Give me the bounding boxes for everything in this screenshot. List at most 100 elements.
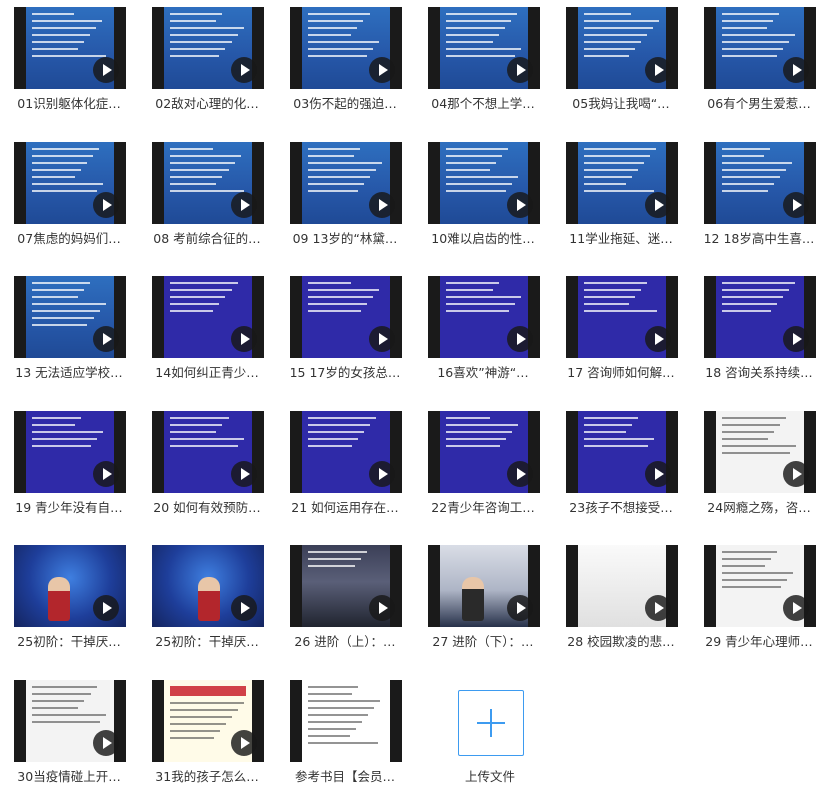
file-thumbnail[interactable] — [704, 7, 816, 89]
file-item[interactable]: 06有个男生爱惹… — [690, 0, 828, 124]
file-name[interactable]: 29 青少年心理师… — [690, 631, 828, 650]
file-thumbnail[interactable] — [152, 7, 264, 89]
play-icon[interactable] — [231, 326, 257, 352]
file-item[interactable]: 17 咨询师如何解… — [552, 269, 690, 393]
file-item[interactable]: 15 17岁的女孩总… — [276, 269, 414, 393]
play-icon[interactable] — [507, 595, 533, 621]
file-name[interactable]: 30当疫情碰上开… — [0, 766, 138, 785]
play-icon[interactable] — [231, 57, 257, 83]
file-item[interactable]: 30当疫情碰上开… — [0, 673, 138, 797]
play-icon[interactable] — [369, 326, 395, 352]
file-name[interactable]: 14如何纠正青少… — [138, 362, 276, 381]
play-icon[interactable] — [645, 460, 671, 487]
file-item[interactable]: 21 如何运用存在… — [276, 404, 414, 528]
file-item[interactable]: 16喜欢”神游“… — [414, 269, 552, 393]
play-icon[interactable] — [645, 595, 671, 621]
file-item[interactable]: 27 进阶（下）：… — [414, 538, 552, 662]
file-item[interactable]: 25初阶：干掉厌… — [138, 538, 276, 662]
play-icon[interactable] — [507, 57, 533, 83]
file-thumbnail[interactable] — [428, 7, 540, 89]
file-item[interactable]: 07焦虑的妈妈们… — [0, 135, 138, 259]
file-thumbnail[interactable] — [152, 276, 264, 358]
file-thumbnail[interactable] — [566, 545, 678, 627]
file-thumbnail[interactable] — [290, 7, 402, 89]
file-item[interactable]: 18 咨询关系持续… — [690, 269, 828, 393]
play-icon[interactable] — [507, 460, 533, 487]
file-item[interactable]: 05我妈让我喝“… — [552, 0, 690, 124]
play-icon[interactable] — [783, 326, 809, 352]
file-name[interactable]: 26 进阶（上）：… — [276, 631, 414, 650]
file-thumbnail[interactable] — [290, 141, 402, 224]
file-thumbnail[interactable] — [14, 276, 126, 358]
file-name[interactable]: 28 校园欺凌的悲… — [552, 631, 690, 650]
upload-button[interactable] — [458, 689, 524, 756]
file-name[interactable]: 12 18岁高中生喜… — [690, 228, 828, 247]
play-icon[interactable] — [369, 191, 395, 218]
file-name[interactable]: 19 青少年没有自… — [0, 497, 138, 516]
file-item[interactable]: 19 青少年没有自… — [0, 404, 138, 528]
file-item[interactable]: 参考书目【会员… — [276, 673, 414, 797]
play-icon[interactable] — [93, 729, 119, 756]
file-name[interactable]: 09 13岁的“林黛… — [276, 228, 414, 247]
file-thumbnail[interactable] — [290, 679, 402, 762]
file-name[interactable]: 参考书目【会员… — [276, 766, 414, 785]
upload-tile[interactable]: 上传文件 — [434, 683, 572, 807]
play-icon[interactable] — [369, 57, 395, 83]
file-thumbnail[interactable] — [428, 545, 540, 627]
play-icon[interactable] — [231, 460, 257, 487]
file-thumbnail[interactable] — [152, 410, 264, 493]
file-thumbnail[interactable] — [290, 276, 402, 358]
play-icon[interactable] — [645, 57, 671, 83]
file-item[interactable]: 03伤不起的强迫… — [276, 0, 414, 124]
play-icon[interactable] — [783, 595, 809, 621]
file-item[interactable]: 13 无法适应学校… — [0, 269, 138, 393]
file-item[interactable]: 09 13岁的“林黛… — [276, 135, 414, 259]
file-thumbnail[interactable] — [152, 545, 264, 627]
play-icon[interactable] — [507, 191, 533, 218]
file-name[interactable]: 02敌对心理的化… — [138, 93, 276, 112]
file-thumbnail[interactable] — [14, 410, 126, 493]
play-icon[interactable] — [93, 326, 119, 352]
file-name[interactable]: 20 如何有效预防… — [138, 497, 276, 516]
play-icon[interactable] — [507, 326, 533, 352]
file-name[interactable]: 07焦虑的妈妈们… — [0, 228, 138, 247]
file-thumbnail[interactable] — [428, 276, 540, 358]
play-icon[interactable] — [231, 729, 257, 756]
file-item[interactable]: 10难以启齿的性… — [414, 135, 552, 259]
play-icon[interactable] — [231, 191, 257, 218]
file-item[interactable]: 14如何纠正青少… — [138, 269, 276, 393]
file-thumbnail[interactable] — [290, 545, 402, 627]
file-name[interactable]: 01识别躯体化症… — [0, 93, 138, 112]
file-name[interactable]: 08 考前综合征的… — [138, 228, 276, 247]
file-name[interactable]: 11学业拖延、迷… — [552, 228, 690, 247]
file-name[interactable]: 06有个男生爱惹… — [690, 93, 828, 112]
play-icon[interactable] — [783, 191, 809, 218]
play-icon[interactable] — [93, 460, 119, 487]
play-icon[interactable] — [231, 595, 257, 621]
file-item[interactable]: 31我的孩子怎么… — [138, 673, 276, 797]
file-thumbnail[interactable] — [704, 276, 816, 358]
file-thumbnail[interactable] — [14, 7, 126, 89]
file-name[interactable]: 21 如何运用存在… — [276, 497, 414, 516]
play-icon[interactable] — [369, 595, 395, 621]
file-thumbnail[interactable] — [14, 545, 126, 627]
file-name[interactable]: 17 咨询师如何解… — [552, 362, 690, 381]
file-item[interactable]: 28 校园欺凌的悲… — [552, 538, 690, 662]
file-name[interactable]: 16喜欢”神游“… — [414, 362, 552, 381]
play-icon[interactable] — [645, 326, 671, 352]
file-item[interactable]: 24网瘾之殇，咨… — [690, 404, 828, 528]
file-thumbnail[interactable] — [566, 141, 678, 224]
play-icon[interactable] — [93, 595, 119, 621]
file-item[interactable]: 04那个不想上学… — [414, 0, 552, 124]
file-name[interactable]: 15 17岁的女孩总… — [276, 362, 414, 381]
file-item[interactable]: 02敌对心理的化… — [138, 0, 276, 124]
file-name[interactable]: 10难以启齿的性… — [414, 228, 552, 247]
file-item[interactable]: 08 考前综合征的… — [138, 135, 276, 259]
play-icon[interactable] — [93, 57, 119, 83]
file-name[interactable]: 05我妈让我喝“… — [552, 93, 690, 112]
file-item[interactable]: 12 18岁高中生喜… — [690, 135, 828, 259]
file-name[interactable]: 22青少年咨询工… — [414, 497, 552, 516]
file-thumbnail[interactable] — [704, 410, 816, 493]
file-name[interactable]: 23孩子不想接受… — [552, 497, 690, 516]
file-name[interactable]: 04那个不想上学… — [414, 93, 552, 112]
